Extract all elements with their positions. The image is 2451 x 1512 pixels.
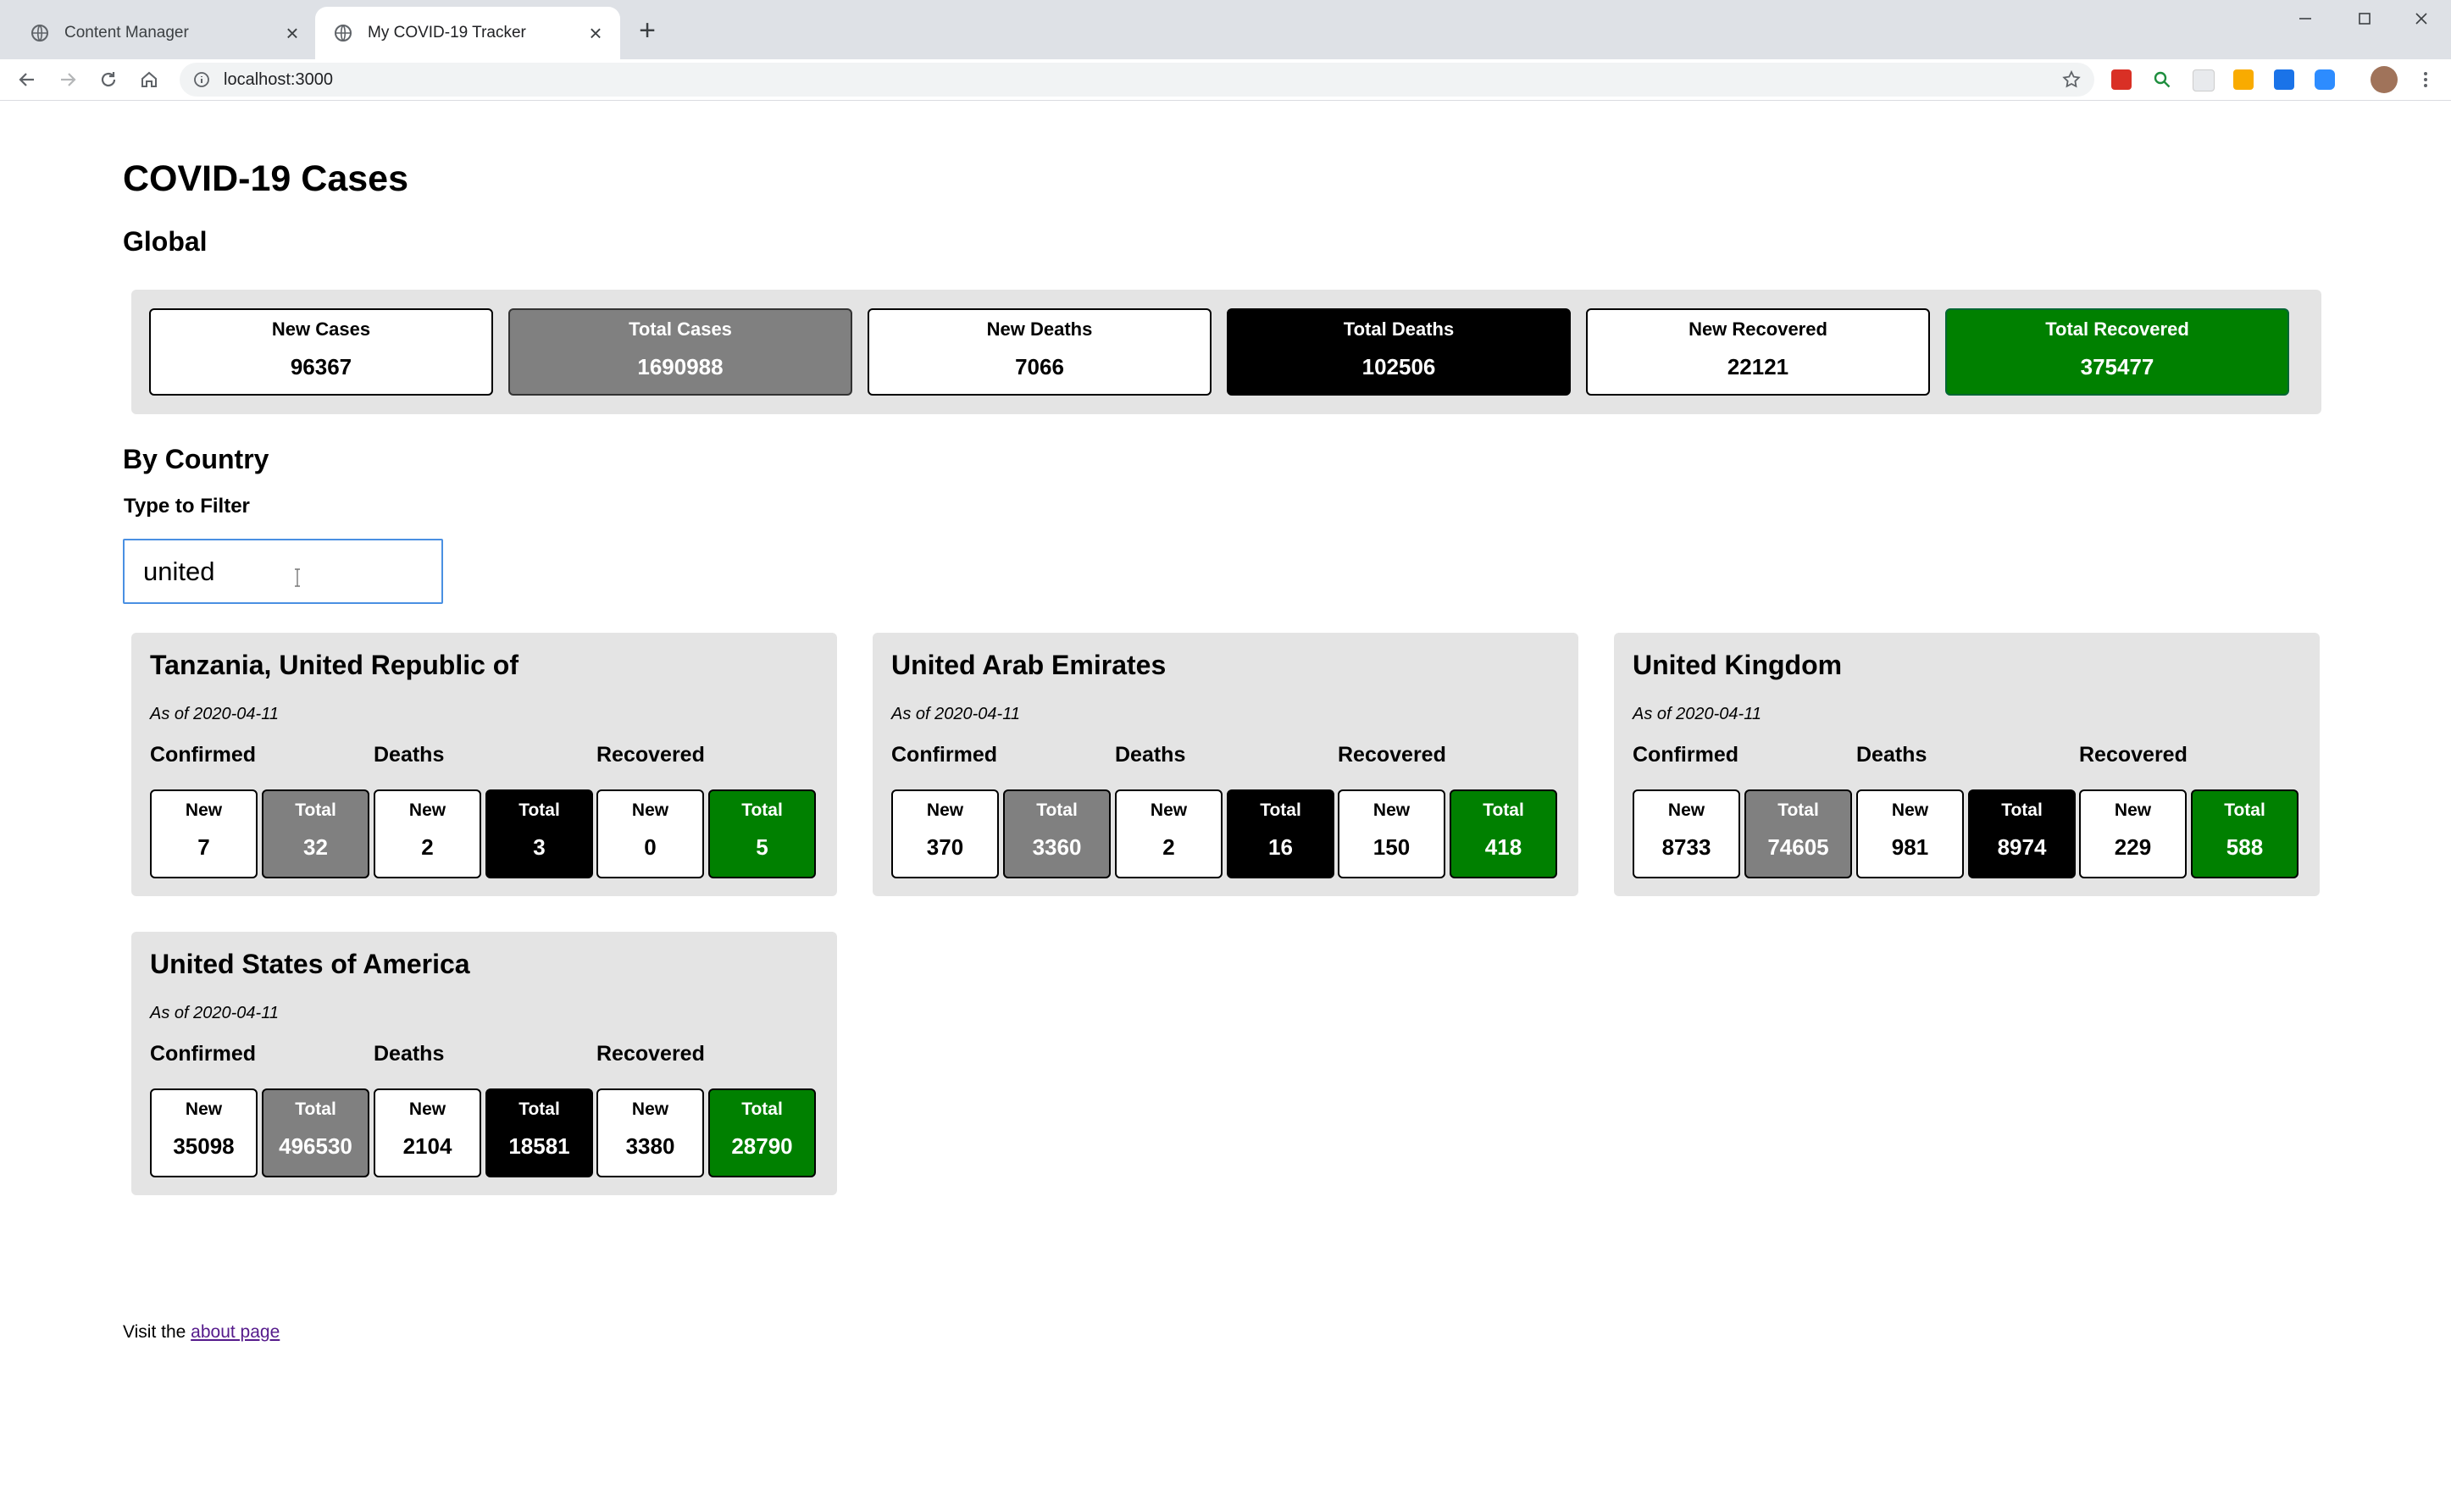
stat-total-confirmed: Total 74605 <box>1744 789 1852 878</box>
address-bar[interactable]: localhost:3000 <box>180 63 2094 97</box>
close-window-icon[interactable] <box>2392 0 2451 37</box>
stat-new-recovered: New 229 <box>2079 789 2187 878</box>
stat-new-confirmed: New 35098 <box>150 1088 258 1177</box>
group-deaths: Deaths <box>1856 743 1927 767</box>
stat-new-deaths: New Deaths 7066 <box>868 308 1212 396</box>
stat-new-deaths: New 981 <box>1856 789 1964 878</box>
stat-new-confirmed: New 8733 <box>1633 789 1740 878</box>
stat-total-deaths: Total 3 <box>485 789 593 878</box>
country-card: United States of America As of 2020-04-1… <box>131 932 837 1195</box>
forward-icon[interactable] <box>53 64 83 95</box>
group-recovered: Recovered <box>1338 743 1446 767</box>
stat-new-cases: New Cases 96367 <box>149 308 493 396</box>
globe-icon <box>334 24 352 42</box>
group-recovered: Recovered <box>596 743 705 767</box>
stat-new-recovered: New Recovered 22121 <box>1586 308 1930 396</box>
group-deaths: Deaths <box>374 743 445 767</box>
globe-icon <box>30 24 49 42</box>
tab-strip: Content Manager × My COVID-19 Tracker × … <box>0 0 2451 59</box>
extension-icon[interactable] <box>2111 69 2132 90</box>
country-card: United Arab Emirates As of 2020-04-11 Co… <box>873 633 1578 896</box>
country-filter-input[interactable] <box>123 539 443 604</box>
stat-total-deaths: Total 8974 <box>1968 789 2076 878</box>
footer-text: Visit the <box>123 1322 186 1342</box>
stat-total-confirmed: Total 3360 <box>1003 789 1111 878</box>
extension-icon[interactable] <box>2193 69 2215 91</box>
close-tab-icon[interactable]: × <box>585 20 607 46</box>
group-confirmed: Confirmed <box>891 743 997 767</box>
stat-total-confirmed: Total 32 <box>262 789 369 878</box>
stat-new-recovered: New 0 <box>596 789 704 878</box>
country-card: United Kingdom As of 2020-04-11 Confirme… <box>1614 633 2320 896</box>
stat-new-recovered: New 3380 <box>596 1088 704 1177</box>
maximize-icon[interactable] <box>2335 0 2394 37</box>
group-confirmed: Confirmed <box>150 743 256 767</box>
footer: Visit the about page <box>123 1322 280 1343</box>
url-text: localhost:3000 <box>224 69 333 89</box>
bookmark-star-icon[interactable] <box>2060 69 2082 91</box>
stat-total-recovered: Total 28790 <box>708 1088 816 1177</box>
home-icon[interactable] <box>134 64 164 95</box>
group-recovered: Recovered <box>596 1042 705 1066</box>
group-confirmed: Confirmed <box>150 1042 256 1066</box>
extension-search-icon[interactable] <box>2152 69 2172 90</box>
stat-new-deaths: New 2104 <box>374 1088 481 1177</box>
tab-title: Content Manager <box>64 24 189 42</box>
group-deaths: Deaths <box>374 1042 445 1066</box>
as-of-date: As of 2020-04-11 <box>1633 705 1761 723</box>
page-content: COVID-19 Cases Global New Cases 96367 To… <box>0 101 2451 1507</box>
stat-total-recovered: Total Recovered 375477 <box>1945 308 2289 396</box>
country-card: Tanzania, United Republic of As of 2020-… <box>131 633 837 896</box>
country-name: United Kingdom <box>1633 650 1843 680</box>
extension-icon[interactable] <box>2274 69 2294 90</box>
text-cursor-icon <box>294 568 301 587</box>
country-name: United States of America <box>150 949 470 979</box>
group-confirmed: Confirmed <box>1633 743 1738 767</box>
group-deaths: Deaths <box>1115 743 1186 767</box>
zoom-extension-icon[interactable] <box>2315 69 2335 90</box>
global-stats-panel: New Cases 96367 Total Cases 1690988 New … <box>131 290 2321 414</box>
stat-total-deaths: Total 18581 <box>485 1088 593 1177</box>
as-of-date: As of 2020-04-11 <box>891 705 1020 723</box>
tab-covid-tracker[interactable]: My COVID-19 Tracker × <box>315 7 620 59</box>
reload-icon[interactable] <box>93 64 124 95</box>
tab-content-manager[interactable]: Content Manager × <box>12 7 317 59</box>
stat-total-recovered: Total 588 <box>2191 789 2299 878</box>
browser-toolbar: localhost:3000 <box>0 59 2451 101</box>
as-of-date: As of 2020-04-11 <box>150 1004 279 1022</box>
as-of-date: As of 2020-04-11 <box>150 705 279 723</box>
back-icon[interactable] <box>12 64 42 95</box>
tab-title: My COVID-19 Tracker <box>368 24 526 42</box>
stat-total-recovered: Total 5 <box>708 789 816 878</box>
stat-total-confirmed: Total 496530 <box>262 1088 369 1177</box>
minimize-icon[interactable] <box>2276 0 2335 37</box>
stat-new-recovered: New 150 <box>1338 789 1445 878</box>
filter-label: Type to Filter <box>124 495 250 518</box>
stat-new-confirmed: New 7 <box>150 789 258 878</box>
stat-new-confirmed: New 370 <box>891 789 999 878</box>
stat-total-cases: Total Cases 1690988 <box>508 308 852 396</box>
stat-new-deaths: New 2 <box>1115 789 1223 878</box>
site-info-icon[interactable] <box>191 69 212 90</box>
extension-icon[interactable] <box>2233 69 2254 90</box>
close-tab-icon[interactable]: × <box>281 20 303 46</box>
menu-dots-icon[interactable] <box>2410 64 2441 95</box>
global-heading: Global <box>123 226 208 257</box>
about-page-link[interactable]: about page <box>191 1322 280 1342</box>
browser-window: Content Manager × My COVID-19 Tracker × … <box>0 0 2451 1507</box>
new-tab-button[interactable]: + <box>632 14 663 47</box>
stat-total-deaths: Total 16 <box>1227 789 1334 878</box>
stat-total-recovered: Total 418 <box>1450 789 1557 878</box>
profile-avatar[interactable] <box>2371 66 2398 93</box>
page-title: COVID-19 Cases <box>123 158 408 199</box>
group-recovered: Recovered <box>2079 743 2188 767</box>
stat-new-deaths: New 2 <box>374 789 481 878</box>
country-name: United Arab Emirates <box>891 650 1167 680</box>
stat-total-deaths: Total Deaths 102506 <box>1227 308 1571 396</box>
by-country-heading: By Country <box>123 444 269 474</box>
country-name: Tanzania, United Republic of <box>150 650 518 680</box>
